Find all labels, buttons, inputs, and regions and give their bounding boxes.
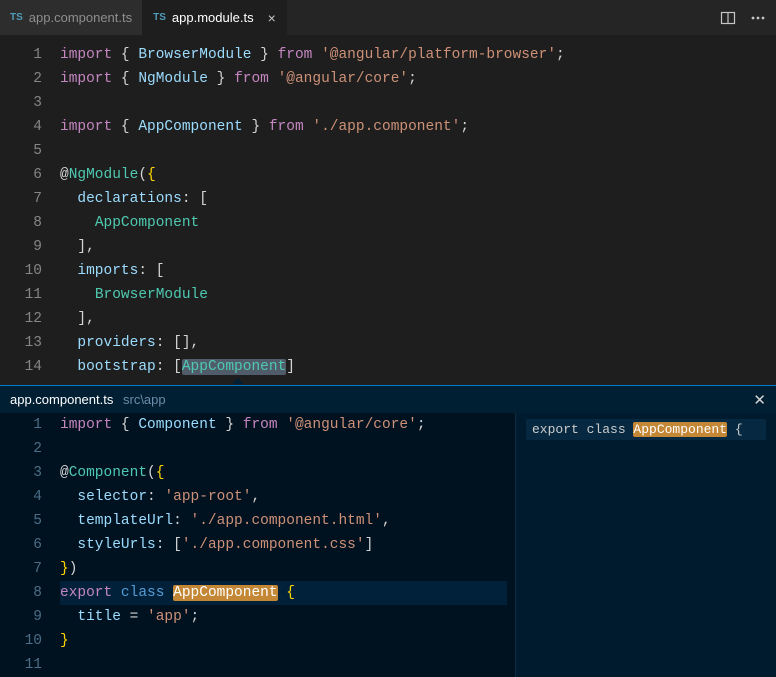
tab-label: app.component.ts <box>29 10 132 25</box>
peek-editor[interactable]: 1234567891011 import { Component } from … <box>0 413 516 677</box>
code-line[interactable]: @Component({ <box>60 461 507 485</box>
line-number: 5 <box>0 509 42 533</box>
code-line[interactable]: styleUrls: ['./app.component.css'] <box>60 533 507 557</box>
line-number: 4 <box>0 485 42 509</box>
line-number-gutter: 1234567891011 <box>0 413 60 677</box>
line-number: 8 <box>0 211 42 235</box>
line-number: 6 <box>0 163 42 187</box>
ref-prefix: export class <box>532 422 633 437</box>
code-area[interactable]: import { Component } from '@angular/core… <box>60 413 515 677</box>
code-line[interactable]: BrowserModule <box>60 283 768 307</box>
line-number: 2 <box>0 67 42 91</box>
reference-item[interactable]: export class AppComponent { <box>526 419 766 440</box>
code-line[interactable]: selector: 'app-root', <box>60 485 507 509</box>
tab-app-module[interactable]: TS app.module.ts × <box>143 0 287 35</box>
more-actions-icon[interactable] <box>750 10 766 26</box>
tab-label: app.module.ts <box>172 10 254 25</box>
line-number: 2 <box>0 437 42 461</box>
line-number: 12 <box>0 307 42 331</box>
code-line[interactable]: ], <box>60 235 768 259</box>
code-line[interactable]: @NgModule({ <box>60 163 768 187</box>
close-tab-icon[interactable]: × <box>268 10 276 26</box>
peek-file-path: src\app <box>123 392 166 407</box>
ts-badge-icon: TS <box>10 12 23 23</box>
ts-badge-icon: TS <box>153 12 166 23</box>
tab-app-component[interactable]: TS app.component.ts <box>0 0 143 35</box>
line-number: 10 <box>0 259 42 283</box>
line-number: 13 <box>0 331 42 355</box>
line-number: 8 <box>0 581 42 605</box>
code-line[interactable]: import { NgModule } from '@angular/core'… <box>60 67 768 91</box>
code-line[interactable] <box>60 653 507 677</box>
line-number: 1 <box>0 43 42 67</box>
code-line[interactable]: bootstrap: [AppComponent] <box>60 355 768 379</box>
line-number: 3 <box>0 91 42 115</box>
line-number: 3 <box>0 461 42 485</box>
peek-pointer-icon <box>232 378 244 384</box>
line-number: 4 <box>0 115 42 139</box>
line-number: 11 <box>0 283 42 307</box>
code-line[interactable]: declarations: [ <box>60 187 768 211</box>
line-number: 6 <box>0 533 42 557</box>
code-line[interactable]: export class AppComponent { <box>60 581 507 605</box>
line-number: 7 <box>0 187 42 211</box>
code-line[interactable]: imports: [ <box>60 259 768 283</box>
main-editor[interactable]: 1234567891011121314 import { BrowserModu… <box>0 35 776 379</box>
line-number: 9 <box>0 605 42 629</box>
line-number: 5 <box>0 139 42 163</box>
peek-header: app.component.ts src\app ✕ <box>0 385 776 413</box>
peek-references-panel[interactable]: export class AppComponent { <box>516 413 776 677</box>
code-line[interactable]: import { AppComponent } from './app.comp… <box>60 115 768 139</box>
ref-highlight: AppComponent <box>633 422 727 437</box>
split-editor-icon[interactable] <box>720 10 736 26</box>
line-number: 10 <box>0 629 42 653</box>
line-number: 14 <box>0 355 42 379</box>
code-line[interactable]: templateUrl: './app.component.html', <box>60 509 507 533</box>
line-number: 9 <box>0 235 42 259</box>
line-number-gutter: 1234567891011121314 <box>0 43 60 379</box>
code-line[interactable]: providers: [], <box>60 331 768 355</box>
code-line[interactable] <box>60 91 768 115</box>
code-area[interactable]: import { BrowserModule } from '@angular/… <box>60 43 776 379</box>
code-line[interactable] <box>60 437 507 461</box>
tab-actions <box>710 0 776 35</box>
code-line[interactable]: }) <box>60 557 507 581</box>
code-line[interactable]: AppComponent <box>60 211 768 235</box>
tab-bar: TS app.component.ts TS app.module.ts × <box>0 0 776 35</box>
line-number: 7 <box>0 557 42 581</box>
ref-suffix: { <box>727 422 743 437</box>
line-number: 1 <box>0 413 42 437</box>
peek-body: 1234567891011 import { Component } from … <box>0 413 776 677</box>
close-peek-icon[interactable]: ✕ <box>753 391 766 409</box>
code-line[interactable]: } <box>60 629 507 653</box>
peek-file-title: app.component.ts <box>10 392 113 407</box>
code-line[interactable]: ], <box>60 307 768 331</box>
line-number: 11 <box>0 653 42 677</box>
code-line[interactable]: import { Component } from '@angular/core… <box>60 413 507 437</box>
code-line[interactable] <box>60 139 768 163</box>
code-line[interactable]: title = 'app'; <box>60 605 507 629</box>
code-line[interactable]: import { BrowserModule } from '@angular/… <box>60 43 768 67</box>
